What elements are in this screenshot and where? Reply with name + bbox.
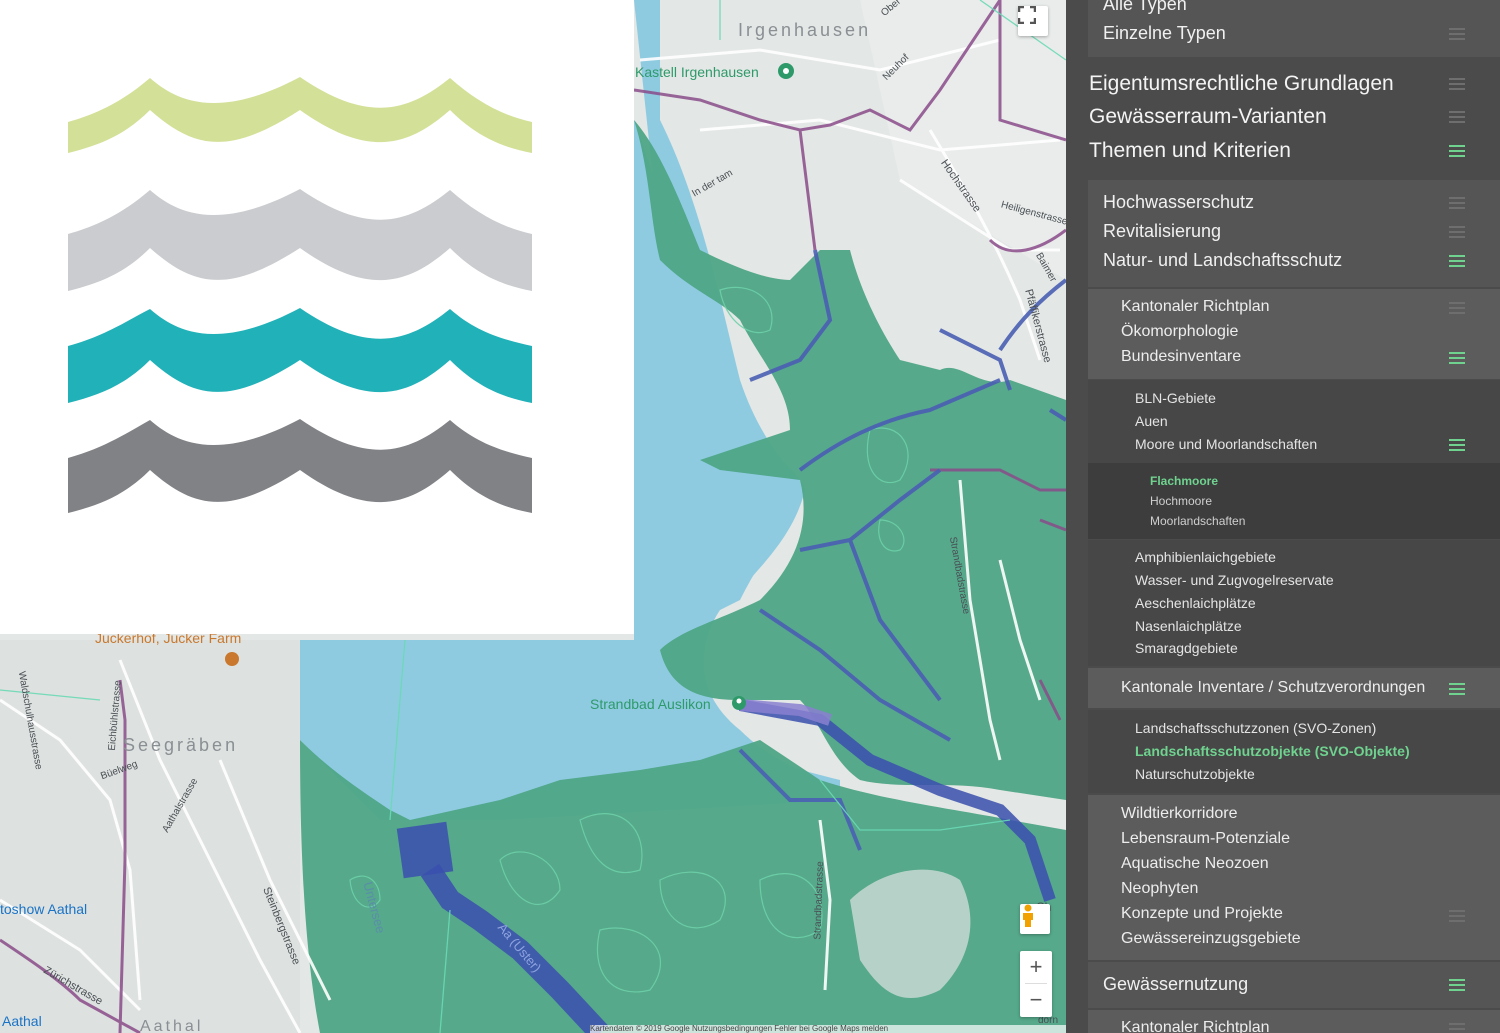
menu-icon-active[interactable]: [1449, 439, 1465, 451]
menu-revitalisierung[interactable]: Revitalisierung: [1103, 221, 1221, 242]
menu-icon[interactable]: [1449, 302, 1465, 314]
menu-neozoen[interactable]: Aquatische Neozoen: [1121, 855, 1269, 873]
zoom-control: + −: [1020, 951, 1052, 1017]
menu-svo-objekte[interactable]: Landschaftsschutzobjekte (SVO-Objekte): [1135, 743, 1410, 759]
menu-flachmoore[interactable]: Flachmoore: [1150, 474, 1218, 488]
menu-icon-active[interactable]: [1449, 255, 1465, 267]
menu-neophyten[interactable]: Neophyten: [1121, 880, 1198, 898]
menu-icon[interactable]: [1449, 226, 1465, 238]
wave-3: [68, 308, 532, 403]
menu-lebensraum[interactable]: Lebensraum-Potenziale: [1121, 830, 1290, 848]
menu-nutzung-richtplan[interactable]: Kantonaler Richtplan: [1121, 1019, 1270, 1033]
zoom-out-button[interactable]: −: [1020, 984, 1052, 1016]
menu-einzugsgebiete[interactable]: Gewässereinzugsgebiete: [1121, 930, 1301, 948]
menu-nasen[interactable]: Nasenlaichplätze: [1135, 618, 1242, 634]
place-strandbad[interactable]: Strandbad Auslikon: [590, 696, 711, 712]
menu-gewaessernutzung[interactable]: Gewässernutzung: [1103, 974, 1248, 995]
menu-kantonale-inventare[interactable]: Kantonale Inventare / Schutzverordnungen: [1121, 679, 1425, 697]
menu-hochmoore[interactable]: Hochmoore: [1150, 494, 1212, 508]
menu-wildtierkorridore[interactable]: Wildtierkorridore: [1121, 805, 1237, 823]
wave-1: [68, 77, 532, 153]
menu-hochwasserschutz[interactable]: Hochwasserschutz: [1103, 192, 1254, 213]
menu-icon[interactable]: [1449, 111, 1465, 123]
pegman-button[interactable]: [1020, 904, 1050, 934]
place-fotoshow[interactable]: toshow Aathal: [0, 901, 87, 917]
menu-icon[interactable]: [1449, 1023, 1465, 1033]
logo-panel: [0, 0, 634, 634]
menu-icon[interactable]: [1449, 28, 1465, 40]
menu-themen[interactable]: Themen und Kriterien: [1089, 139, 1291, 163]
menu-oekomorphologie[interactable]: Ökomorphologie: [1121, 323, 1238, 341]
place-irgenhausen: Irgenhausen: [738, 20, 872, 40]
menu-smaragd[interactable]: Smaragdgebiete: [1135, 640, 1238, 656]
menu-icon-active[interactable]: [1449, 145, 1465, 157]
menu-konzepte[interactable]: Konzepte und Projekte: [1121, 905, 1283, 923]
menu-bundesinventare[interactable]: Bundesinventare: [1121, 348, 1241, 366]
menu-amphibien[interactable]: Amphibienlaichgebiete: [1135, 549, 1276, 565]
pegman-icon: [1023, 904, 1033, 927]
place-kastell[interactable]: Kastell Irgenhausen: [635, 64, 759, 80]
menu-natur-landschaft[interactable]: Natur- und Landschaftsschutz: [1103, 250, 1342, 271]
menu-icon[interactable]: [1449, 78, 1465, 90]
menu-richtplan[interactable]: Kantonaler Richtplan: [1121, 298, 1270, 316]
layer-sidebar: Alle Typen Einzelne Typen Eigentumsrecht…: [1066, 0, 1500, 1033]
menu-icon[interactable]: [1449, 197, 1465, 209]
menu-einzelne-typen[interactable]: Einzelne Typen: [1103, 23, 1226, 44]
place-aathal-town: Aathal: [140, 1018, 204, 1033]
zoom-in-button[interactable]: +: [1020, 951, 1052, 983]
wave-4: [68, 419, 532, 513]
menu-alle-typen[interactable]: Alle Typen: [1103, 0, 1187, 15]
map-attribution[interactable]: Kartendaten © 2019 Google Nutzungsbeding…: [590, 1025, 1066, 1033]
menu-svo-zonen[interactable]: Landschaftsschutzzonen (SVO-Zonen): [1135, 720, 1376, 736]
menu-aeschen[interactable]: Aeschenlaichplätze: [1135, 595, 1256, 611]
menu-naturschutzobjekte[interactable]: Naturschutzobjekte: [1135, 766, 1255, 782]
menu-auen[interactable]: Auen: [1135, 413, 1168, 429]
menu-icon-active[interactable]: [1449, 352, 1465, 364]
menu-bln[interactable]: BLN-Gebiete: [1135, 390, 1216, 406]
menu-icon[interactable]: [1449, 910, 1465, 922]
fullscreen-button[interactable]: [1018, 6, 1048, 36]
menu-moore[interactable]: Moore und Moorlandschaften: [1135, 436, 1317, 452]
place-aathal-station[interactable]: Aathal: [2, 1013, 42, 1029]
menu-icon-active[interactable]: [1449, 683, 1465, 695]
place-seegraeben: Seegräben: [123, 735, 239, 755]
menu-wasservogel[interactable]: Wasser- und Zugvogelreservate: [1135, 572, 1334, 588]
wave-2: [68, 189, 532, 291]
waves-logo: [68, 77, 532, 513]
menu-eigentum[interactable]: Eigentumsrechtliche Grundlagen: [1089, 72, 1394, 96]
menu-moorlandschaften[interactable]: Moorlandschaften: [1150, 514, 1245, 528]
menu-icon-active[interactable]: [1449, 979, 1465, 991]
fullscreen-icon: [1018, 6, 1036, 24]
menu-gewaesserraum[interactable]: Gewässerraum-Varianten: [1089, 105, 1327, 129]
